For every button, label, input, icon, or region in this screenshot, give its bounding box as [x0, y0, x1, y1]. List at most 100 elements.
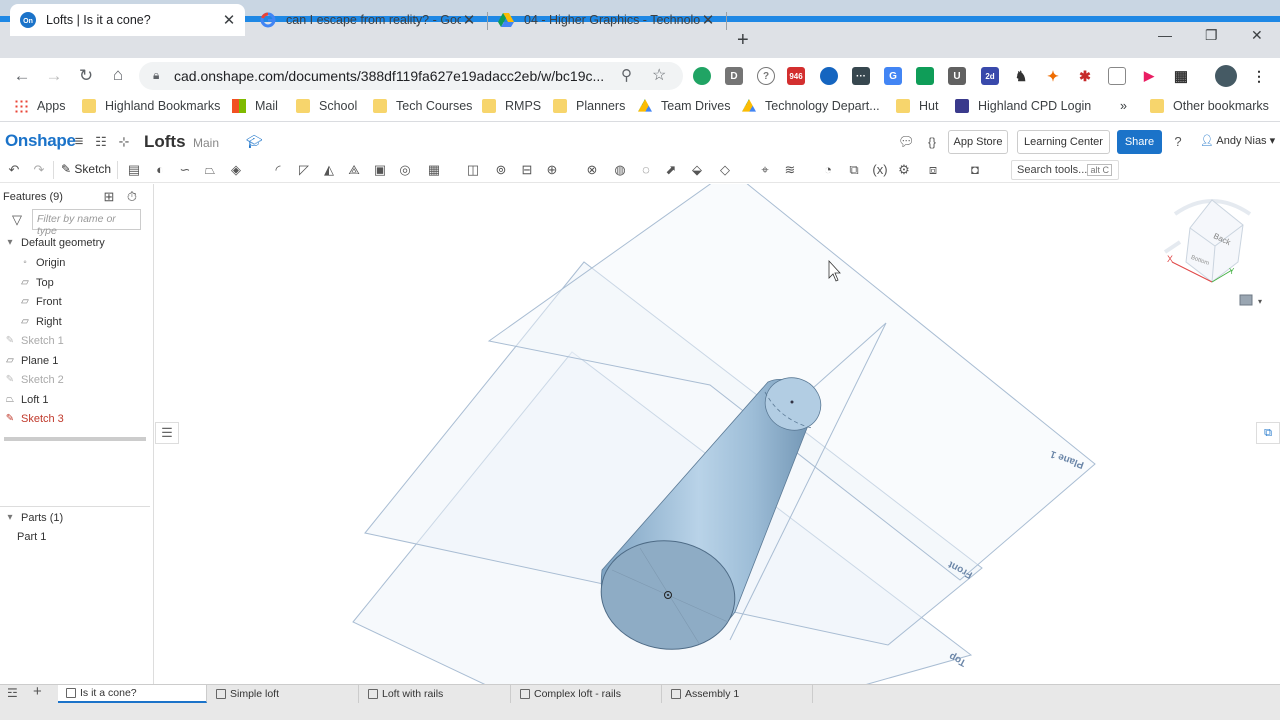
bookmark-star-icon[interactable]: ☆	[652, 65, 666, 85]
graphics-viewport[interactable]: Plane 1 Front Top Back Bottom X Y ▾	[155, 184, 1280, 684]
draft-icon[interactable]: ◭	[321, 162, 337, 178]
move-face-icon[interactable]: ⬈	[663, 162, 679, 178]
rib-icon[interactable]: ⟁	[346, 162, 362, 178]
grid-icon[interactable]: ▦	[1172, 67, 1190, 85]
feature-filter-input[interactable]: Filter by name or type	[32, 209, 141, 237]
translate-icon[interactable]: G	[884, 67, 902, 85]
bookmark-other[interactable]: Other bookmarks	[1150, 99, 1269, 113]
bookmark-planners[interactable]: Planners	[553, 99, 625, 113]
delete-face-icon[interactable]: ◌	[638, 162, 654, 178]
split-icon[interactable]: ⊟	[519, 162, 535, 178]
bookmarks-overflow-icon[interactable]: »	[1120, 99, 1127, 113]
feature-loft-1[interactable]: ⏢ Loft 1	[4, 394, 49, 406]
transform-icon[interactable]: ⊕	[544, 162, 560, 178]
window-close-icon[interactable]: ✕	[1251, 27, 1263, 44]
delete-part-icon[interactable]: ⊗	[584, 162, 600, 178]
extension-help-icon[interactable]: ?	[757, 67, 775, 85]
close-tab-icon[interactable]: ✕	[221, 11, 237, 29]
bookmark-highland-cpd[interactable]: Highland CPD Login	[955, 99, 1091, 113]
revolve-icon[interactable]: ◐	[152, 162, 168, 178]
hamburger-menu-icon[interactable]: ≡	[71, 134, 87, 150]
hole-icon[interactable]: ◎	[397, 162, 413, 178]
help-icon[interactable]: ?	[1170, 134, 1186, 150]
parts-group[interactable]: ▾ Parts (1)	[4, 512, 63, 524]
bookmark-technology-dept[interactable]: Technology Depart...	[742, 99, 880, 113]
section-view-icon[interactable]: ⧉	[846, 162, 862, 178]
measure-icon[interactable]: ◔	[820, 162, 836, 178]
redo-icon[interactable]: ↷	[31, 162, 47, 178]
onshape-logo[interactable]: Onshape	[5, 131, 76, 151]
branch-name[interactable]: Main	[193, 136, 219, 150]
sketch-button[interactable]: ✎ Sketch	[61, 162, 111, 176]
filter-icon[interactable]: ▽	[9, 212, 25, 228]
feature-origin[interactable]: ◦ Origin	[19, 257, 65, 269]
comment-icon[interactable]: 💬︎	[898, 134, 915, 150]
timer-icon[interactable]: ⏱	[124, 189, 140, 205]
extension-classroom-icon[interactable]	[916, 67, 934, 85]
bookmark-hut[interactable]: Hut	[896, 99, 938, 113]
extension-green-icon[interactable]	[693, 67, 711, 85]
mate-connector-icon[interactable]: ⌖	[757, 162, 773, 178]
extrude-icon[interactable]: ▤	[126, 162, 142, 178]
reload-icon[interactable]: ↻	[76, 66, 96, 86]
pattern-icon[interactable]: ▦	[426, 162, 442, 178]
code-icon[interactable]: {}	[922, 134, 942, 150]
tab-part-studio[interactable]: Complex loft - rails	[512, 685, 662, 703]
bookmark-highland[interactable]: Highland Bookmarks	[82, 99, 220, 113]
tab-part-studio[interactable]: Simple loft	[208, 685, 359, 703]
user-menu[interactable]: 👤︎ Andy Nias ▾	[1200, 134, 1275, 147]
appearance-panel-icon[interactable]: ⧉	[1256, 422, 1280, 444]
browser-tab[interactable]: 04 - Higher Graphics - Technolog ✕	[488, 4, 724, 36]
restore-icon[interactable]: ❐	[1205, 27, 1218, 44]
browser-tab-active[interactable]: On Lofts | Is it a cone? ✕	[10, 4, 245, 36]
add-feature-icon[interactable]: ⊹	[116, 134, 132, 150]
default-geometry-group[interactable]: ▾ Default geometry	[4, 237, 104, 249]
bookmark-apps[interactable]: Apps	[14, 99, 66, 113]
profile-avatar[interactable]	[1215, 65, 1237, 87]
bookmark-school[interactable]: School	[296, 99, 357, 113]
close-tab-icon[interactable]: ✕	[700, 11, 716, 29]
extension-edge-icon[interactable]	[820, 67, 838, 85]
extension-u-icon[interactable]: U	[948, 67, 966, 85]
home-icon[interactable]: ⌂	[108, 65, 128, 85]
extension-calendar-icon[interactable]: 2d	[981, 67, 999, 85]
extension-person-icon[interactable]: ♞	[1012, 67, 1030, 85]
feature-sketch-3[interactable]: ✎ Sketch 3	[4, 413, 64, 425]
extension-puzzle-icon[interactable]: ✱	[1076, 67, 1094, 85]
bookmark-tech-courses[interactable]: Tech Courses	[373, 99, 472, 113]
minimize-icon[interactable]: —	[1158, 27, 1172, 43]
replace-face-icon[interactable]: ⬙	[689, 162, 705, 178]
share-button[interactable]: Share	[1117, 130, 1162, 154]
extension-badge-icon[interactable]: 946	[787, 67, 805, 85]
helix-icon[interactable]: ≋	[782, 162, 798, 178]
bookmark-team-drives[interactable]: Team Drives	[638, 99, 730, 113]
feature-list-icon[interactable]: ☷	[93, 134, 109, 150]
feature-sketch-1[interactable]: ✎ Sketch 1	[4, 335, 64, 347]
custom-features-icon[interactable]: ⚙	[896, 162, 912, 178]
loft-icon[interactable]: ⏢	[202, 162, 218, 178]
address-bar[interactable]: 🔒︎ cad.onshape.com/documents/388df119fa6…	[139, 62, 683, 90]
tab-list-icon[interactable]: ☲	[7, 686, 18, 700]
feature-plane-1[interactable]: ▱ Plane 1	[4, 355, 58, 367]
modify-fillet-icon[interactable]: ◍	[612, 162, 628, 178]
tab-part-studio[interactable]: Loft with rails	[360, 685, 511, 703]
rollback-bar[interactable]	[4, 437, 146, 441]
browser-tab[interactable]: can I escape from reality? - Goog ✕	[250, 4, 485, 36]
back-icon[interactable]: ←	[12, 66, 32, 86]
forward-icon[interactable]: →	[44, 66, 64, 86]
sweep-icon[interactable]: ∽	[177, 162, 193, 178]
appearance-icon[interactable]: ◘	[967, 162, 983, 178]
extension-dots-icon[interactable]: ···	[852, 67, 870, 85]
feature-right[interactable]: ▱ Right	[19, 316, 62, 328]
learning-icon[interactable]: 🎓︎	[246, 134, 263, 150]
chamfer-icon[interactable]: ◸	[296, 162, 312, 178]
bookmark-mail[interactable]: Mail	[232, 99, 278, 113]
tab-part-studio-active[interactable]: Is it a cone?	[58, 685, 207, 703]
boolean-icon[interactable]: ⊚	[493, 162, 509, 178]
browser-menu-icon[interactable]: ⋮	[1250, 67, 1268, 85]
extension-d-icon[interactable]: D	[725, 67, 743, 85]
feature-sketch-2[interactable]: ✎ Sketch 2	[4, 374, 64, 386]
thicken-icon[interactable]: ◈	[228, 162, 244, 178]
zoom-icon[interactable]: ⚲	[621, 66, 632, 84]
part-1[interactable]: Part 1	[17, 531, 46, 543]
